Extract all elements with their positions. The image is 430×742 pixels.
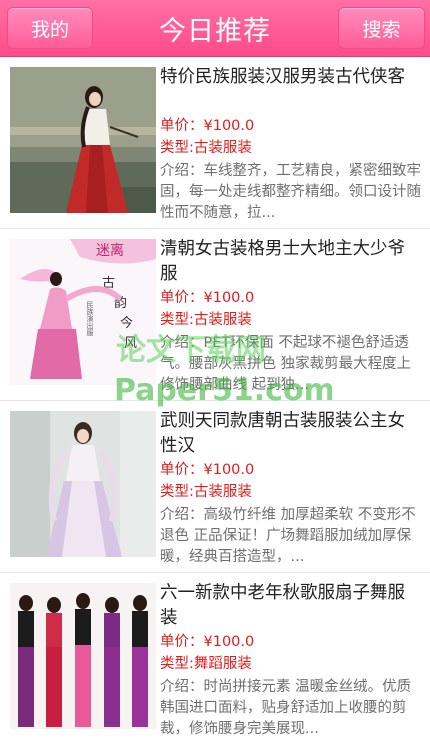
svg-text:风: 风 bbox=[124, 336, 137, 351]
product-image: 迷离 古 韵 今 风 民族演出服 bbox=[10, 239, 156, 385]
product-type: 类型:古装服装 bbox=[160, 484, 252, 500]
page-title: 今日推荐 bbox=[159, 16, 271, 47]
top-nav-bar: 我的 今日推荐 搜索 bbox=[0, 0, 430, 57]
my-button[interactable]: 我的 bbox=[7, 7, 93, 49]
product-price: 单价：¥100.0 bbox=[160, 290, 255, 306]
product-description: 介绍：PET环保面 不起球不褪色舒适透气。腰部灰黑拼色 独家裁剪最大程度上修饰腰… bbox=[160, 335, 412, 393]
svg-text:民族演出服: 民族演出服 bbox=[86, 301, 94, 337]
product-title[interactable]: 六一新款中老年秋歌服扇子舞服装 bbox=[160, 581, 422, 631]
list-item[interactable]: 武则天同款唐朝古装服装公主女性汉 单价：¥100.0 类型:古装服装 介绍：高级… bbox=[0, 401, 430, 573]
product-type: 类型:古装服装 bbox=[160, 312, 252, 328]
product-title[interactable]: 特价民族服装汉服男装古代侠客 bbox=[160, 65, 422, 115]
search-button[interactable]: 搜索 bbox=[338, 7, 425, 49]
svg-text:迷离: 迷离 bbox=[96, 242, 124, 259]
product-type: 类型:古装服装 bbox=[160, 140, 252, 156]
product-price: 单价：¥100.0 bbox=[160, 634, 255, 650]
product-description: 介绍：高级竹纤维 加厚超柔软 不变形不退色 正品保证！广场舞蹈服加绒加厚保暖，经… bbox=[160, 507, 416, 565]
app-root: 我的 今日推荐 搜索 特价民族服装汉服男装古代侠客 单价：¥100.0 类型:古… bbox=[0, 0, 430, 742]
product-description: 介绍：车线整齐，工艺精良，紧密细致牢固，每一处走线都整齐精细。领口设计随性而不随… bbox=[160, 163, 421, 221]
list-item[interactable]: 六一新款中老年秋歌服扇子舞服装 单价：¥100.0 类型:舞蹈服装 介绍：时尚拼… bbox=[0, 573, 430, 742]
product-image bbox=[10, 411, 156, 557]
product-type: 类型:舞蹈服装 bbox=[160, 656, 252, 672]
list-item[interactable]: 特价民族服装汉服男装古代侠客 单价：¥100.0 类型:古装服装 介绍：车线整齐… bbox=[0, 57, 430, 229]
list-item[interactable]: 迷离 古 韵 今 风 民族演出服 清朝女古装格男士大地主大少爷服 单价：¥100… bbox=[0, 229, 430, 401]
product-list: 特价民族服装汉服男装古代侠客 单价：¥100.0 类型:古装服装 介绍：车线整齐… bbox=[0, 57, 430, 742]
product-image bbox=[10, 67, 156, 213]
product-price: 单价：¥100.0 bbox=[160, 462, 255, 478]
product-title[interactable]: 武则天同款唐朝古装服装公主女性汉 bbox=[160, 409, 422, 459]
svg-text:今: 今 bbox=[120, 315, 133, 331]
product-title[interactable]: 清朝女古装格男士大地主大少爷服 bbox=[160, 237, 422, 287]
product-description: 介绍：时尚拼接元素 温暖金丝绒。优质韩国进口面料，贴身舒适加上收腰的剪裁，修饰腰… bbox=[160, 679, 412, 737]
product-price: 单价：¥100.0 bbox=[160, 118, 255, 134]
product-image bbox=[10, 583, 156, 729]
